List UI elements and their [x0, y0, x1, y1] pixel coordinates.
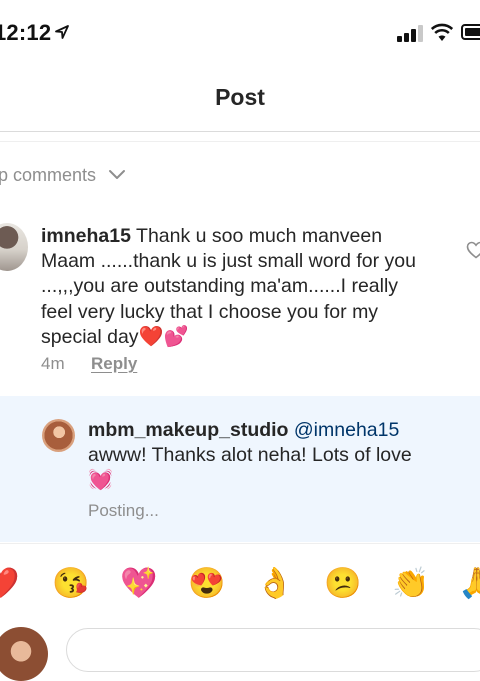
comment-emojis: ❤️💕	[138, 325, 189, 348]
like-heart-icon[interactable]	[466, 241, 480, 259]
comment-username[interactable]: imneha15	[41, 225, 131, 247]
location-arrow-icon	[55, 25, 69, 39]
page-title: Post	[215, 84, 265, 110]
divider	[0, 141, 480, 142]
commenter-avatar[interactable]	[0, 223, 28, 271]
comment-input[interactable]	[66, 628, 480, 672]
reply-button[interactable]: Reply	[91, 354, 137, 373]
status-bar: 12:12	[0, 0, 480, 62]
current-user-avatar	[0, 627, 48, 681]
emoji-heart[interactable]: ❤️	[0, 566, 19, 602]
top-comments-label: op comments	[0, 164, 97, 185]
emoji-kiss[interactable]: 😘	[52, 566, 89, 602]
emoji-ok-hand[interactable]: 👌	[256, 566, 293, 602]
top-comments-toggle[interactable]: op comments	[0, 160, 126, 190]
emoji-quick-bar: ❤️ 😘 💖 😍 👌 😕 👏 🙏	[0, 543, 480, 625]
reply-text: awww! Thanks alot neha! Lots of love	[88, 444, 412, 467]
replier-avatar[interactable]	[42, 419, 75, 452]
chevron-down-icon	[109, 170, 126, 179]
battery-icon	[461, 24, 480, 40]
emoji-pray[interactable]: 🙏	[458, 566, 480, 602]
posting-status: Posting...	[88, 501, 159, 520]
comment-body: imneha15 Thank u soo much manveen Maam .…	[41, 224, 431, 350]
reply-emoji: 💓	[88, 469, 113, 492]
reply-body: mbm_makeup_studio @imneha15 awww! Thanks…	[88, 418, 428, 494]
wifi-icon	[430, 23, 454, 41]
emoji-sparkling-heart[interactable]: 💖	[120, 566, 157, 602]
emoji-clap[interactable]: 👏	[392, 566, 429, 602]
reply-username[interactable]: mbm_makeup_studio	[88, 419, 288, 441]
navigation-bar: Post	[0, 62, 480, 132]
emoji-confused[interactable]: 😕	[324, 566, 361, 602]
reply-mention[interactable]: @imneha15	[294, 419, 399, 441]
comment-time: 4m	[41, 354, 65, 373]
cellular-signal-icon	[397, 24, 425, 42]
emoji-heart-eyes[interactable]: 😍	[188, 566, 225, 602]
comment-meta: 4m Reply	[41, 354, 137, 374]
status-time: 12:12	[0, 20, 52, 45]
